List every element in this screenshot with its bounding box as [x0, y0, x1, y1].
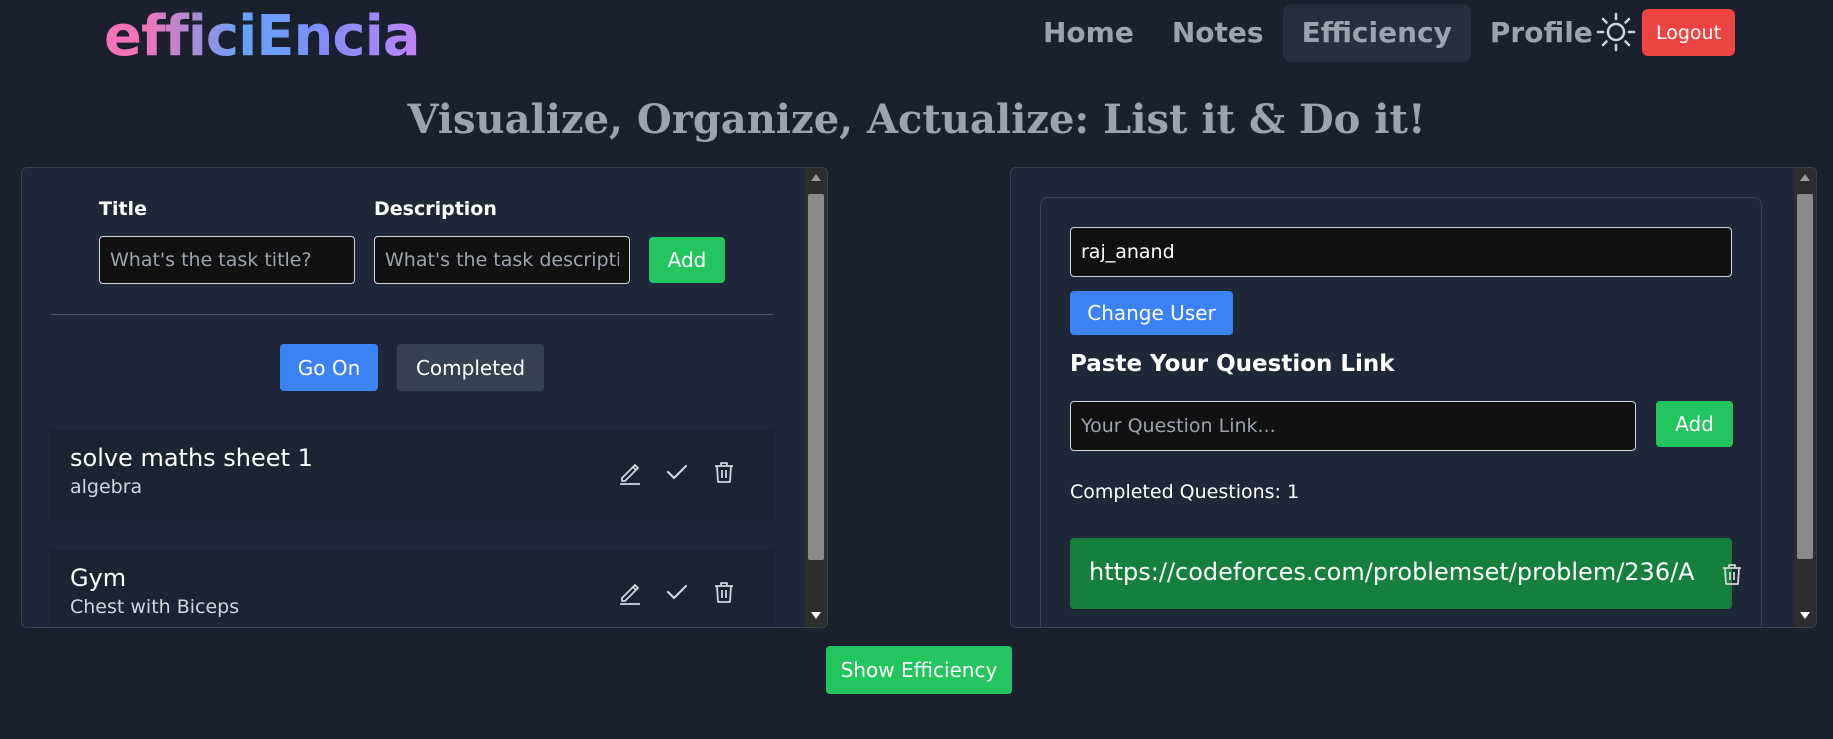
tab-go-on[interactable]: Go On — [280, 344, 378, 391]
task-description: algebra — [70, 476, 143, 498]
edit-icon[interactable] — [616, 458, 644, 486]
questions-panel: Change User Paste Your Question Link Add… — [1010, 167, 1817, 628]
show-efficiency-button[interactable]: Show Efficiency — [826, 646, 1012, 694]
trash-icon[interactable] — [710, 578, 738, 606]
question-link-input[interactable] — [1070, 401, 1636, 451]
scroll-thumb[interactable] — [808, 194, 824, 560]
nav-efficiency[interactable]: Efficiency — [1282, 4, 1471, 62]
check-icon[interactable] — [663, 458, 691, 486]
scroll-up-icon[interactable] — [1800, 174, 1810, 181]
check-icon[interactable] — [663, 578, 691, 606]
scroll-down-icon[interactable] — [811, 612, 821, 619]
divider — [51, 314, 773, 315]
task-title-input[interactable] — [99, 236, 355, 284]
nav-notes[interactable]: Notes — [1153, 4, 1283, 62]
scroll-down-icon[interactable] — [1800, 612, 1810, 619]
task-title: Gym — [70, 564, 127, 592]
edit-icon[interactable] — [616, 578, 644, 606]
trash-icon[interactable] — [710, 458, 738, 486]
add-question-button[interactable]: Add — [1656, 401, 1733, 447]
page-headline: Visualize, Organize, Actualize: List it … — [407, 96, 1426, 143]
task-item: Gym Chest with Biceps — [51, 550, 773, 627]
username-input[interactable] — [1070, 227, 1732, 277]
scroll-thumb[interactable] — [1797, 194, 1813, 559]
task-description-input[interactable] — [374, 236, 630, 284]
questions-scrollbar[interactable] — [1794, 168, 1816, 627]
tasks-scrollbar[interactable] — [805, 168, 827, 627]
main-nav: Home Notes Efficiency Profile — [1024, 4, 1612, 62]
app-logo[interactable]: efficiEncia — [104, 2, 421, 72]
nav-home[interactable]: Home — [1024, 4, 1153, 62]
completed-count: Completed Questions: 1 — [1070, 481, 1300, 503]
task-description: Chest with Biceps — [70, 596, 240, 618]
scroll-up-icon[interactable] — [811, 174, 821, 181]
change-user-button[interactable]: Change User — [1070, 291, 1233, 335]
tasks-panel: Title Description Add Go On Completed so… — [21, 167, 828, 628]
nav-profile[interactable]: Profile — [1471, 4, 1612, 62]
question-link-item[interactable]: https://codeforces.com/problemset/proble… — [1070, 538, 1741, 609]
tab-completed[interactable]: Completed — [397, 344, 544, 391]
task-title: solve maths sheet 1 — [70, 444, 313, 472]
trash-icon[interactable] — [1718, 560, 1746, 588]
task-item: solve maths sheet 1 algebra — [51, 430, 773, 520]
logout-button[interactable]: Logout — [1642, 9, 1735, 56]
add-task-button[interactable]: Add — [649, 237, 725, 283]
question-link-text[interactable]: https://codeforces.com/problemset/proble… — [1089, 558, 1719, 586]
description-label: Description — [374, 198, 497, 220]
sun-icon[interactable] — [1596, 12, 1636, 52]
section-title: Paste Your Question Link — [1070, 351, 1395, 377]
title-label: Title — [99, 198, 147, 220]
